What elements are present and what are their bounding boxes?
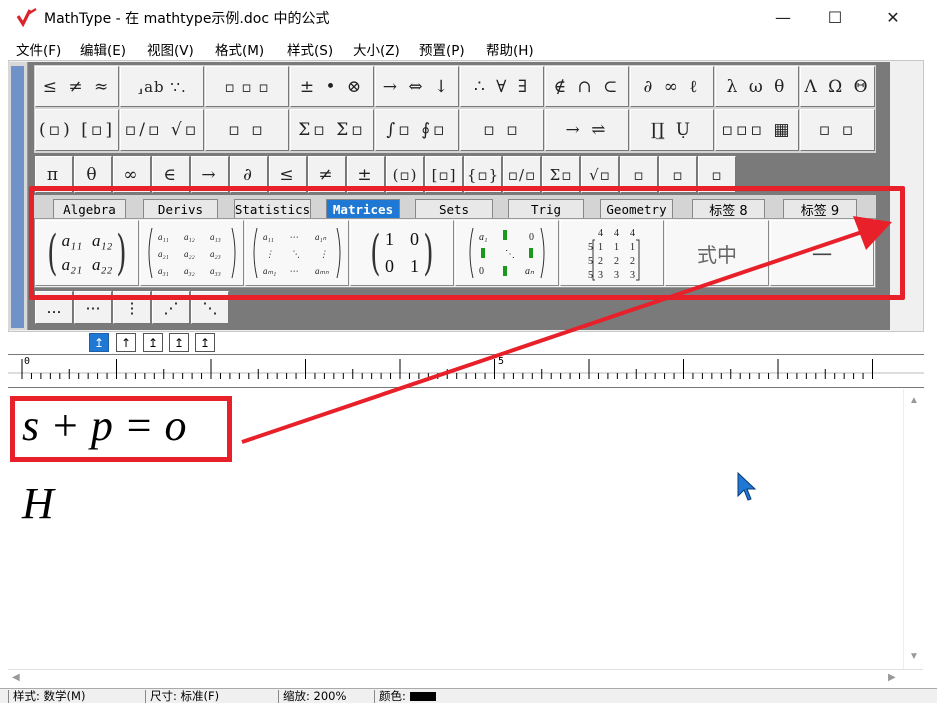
annotation-arrow-icon — [241, 216, 892, 444]
mouse-cursor-icon — [737, 472, 757, 501]
status-size[interactable]: 尺寸: 标准(F) — [145, 690, 275, 703]
status-style[interactable]: 样式: 数学(M) — [8, 690, 141, 703]
status-color-label: 颜色: — [379, 689, 406, 703]
status-zoom[interactable]: 缩放: 200% — [278, 690, 370, 703]
color-swatch — [409, 692, 436, 701]
status-color[interactable]: 颜色: — [374, 690, 494, 703]
